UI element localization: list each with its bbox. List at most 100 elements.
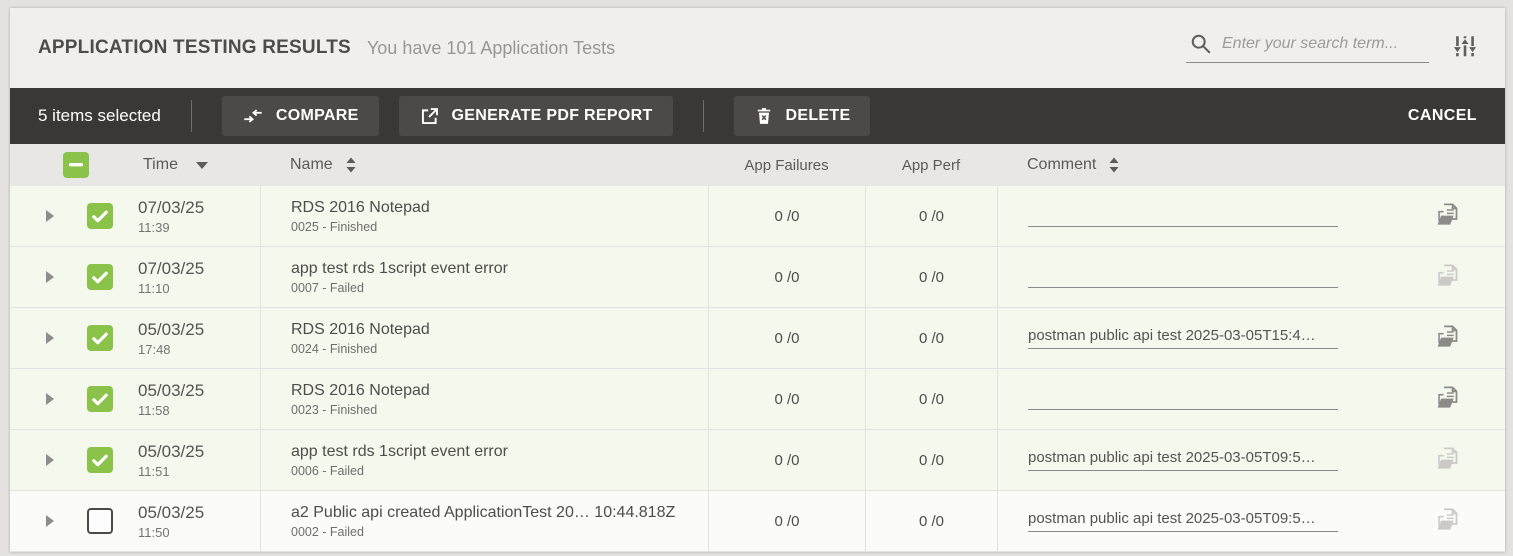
row-time: 17:48 <box>138 342 204 357</box>
row-checkbox[interactable] <box>87 386 113 412</box>
open-report-button[interactable] <box>1434 445 1461 475</box>
test-name: RDS 2016 Notepad <box>291 199 430 217</box>
test-name: a2 Public api created ApplicationTest 20… <box>291 504 675 522</box>
test-status: 0002 - Failed <box>291 525 364 539</box>
page-header: APPLICATION TESTING RESULTS You have 101… <box>10 8 1505 88</box>
open-report-folder-icon <box>1434 506 1461 533</box>
select-all-checkbox[interactable] <box>63 152 89 178</box>
comment-input[interactable] <box>1028 205 1338 227</box>
column-header-app-failures[interactable]: App Failures <box>708 157 865 174</box>
generate-pdf-button-label: GENERATE PDF REPORT <box>452 107 653 125</box>
expand-row-icon[interactable] <box>46 332 54 344</box>
row-date: 07/03/25 <box>138 259 204 279</box>
sort-both-icon[interactable] <box>1108 157 1120 173</box>
table-row[interactable]: 07/03/25 11:39 RDS 2016 Notepad 0025 - F… <box>10 186 1505 247</box>
row-date: 05/03/25 <box>138 503 204 523</box>
row-checkbox[interactable] <box>87 508 113 534</box>
open-report-folder-icon <box>1434 384 1461 411</box>
cancel-button[interactable]: CANCEL <box>1408 107 1477 125</box>
application-testing-results-panel: APPLICATION TESTING RESULTS You have 101… <box>10 8 1505 552</box>
test-status: 0025 - Finished <box>291 220 377 234</box>
table-row[interactable]: 07/03/25 11:10 app test rds 1script even… <box>10 247 1505 308</box>
app-perf-value: 0 /0 <box>865 186 997 246</box>
trash-icon <box>754 106 774 126</box>
column-header-app-perf[interactable]: App Perf <box>865 157 997 174</box>
row-date: 05/03/25 <box>138 442 204 462</box>
app-perf-value: 0 /0 <box>865 369 997 429</box>
column-header-time[interactable]: Time <box>143 156 178 174</box>
divider <box>703 100 704 132</box>
table-row[interactable]: 05/03/25 11:50 a2 Public api created App… <box>10 491 1505 552</box>
divider <box>191 100 192 132</box>
search-input[interactable] <box>1222 35 1422 53</box>
generate-pdf-report-button[interactable]: GENERATE PDF REPORT <box>399 96 673 136</box>
app-failures-value: 0 /0 <box>708 369 865 429</box>
table-body: 07/03/25 11:39 RDS 2016 Notepad 0025 - F… <box>10 186 1505 552</box>
app-failures-value: 0 /0 <box>708 186 865 246</box>
app-perf-value: 0 /0 <box>865 491 997 551</box>
open-report-folder-icon <box>1434 262 1461 289</box>
selection-action-bar: 5 items selected COMPARE GENERATE PDF RE… <box>10 88 1505 144</box>
test-status: 0023 - Finished <box>291 403 377 417</box>
export-report-icon <box>419 106 440 127</box>
expand-row-icon[interactable] <box>46 393 54 405</box>
search-icon <box>1190 33 1212 55</box>
comment-input[interactable] <box>1028 510 1338 532</box>
open-report-folder-icon <box>1434 323 1461 350</box>
sort-descending-icon[interactable] <box>196 162 208 169</box>
expand-row-icon[interactable] <box>46 454 54 466</box>
expand-row-icon[interactable] <box>46 271 54 283</box>
row-checkbox[interactable] <box>87 447 113 473</box>
sort-both-icon[interactable] <box>345 157 357 173</box>
open-report-folder-icon <box>1434 445 1461 472</box>
test-name: app test rds 1script event error <box>291 260 508 278</box>
row-time: 11:50 <box>138 525 204 540</box>
row-date: 05/03/25 <box>138 381 204 401</box>
app-failures-value: 0 /0 <box>708 491 865 551</box>
comment-input[interactable] <box>1028 388 1338 410</box>
row-checkbox[interactable] <box>87 325 113 351</box>
comment-input[interactable] <box>1028 449 1338 471</box>
comment-input[interactable] <box>1028 327 1338 349</box>
table-row[interactable]: 05/03/25 11:51 app test rds 1script even… <box>10 430 1505 491</box>
open-report-button[interactable] <box>1434 201 1461 231</box>
page-subtitle: You have 101 Application Tests <box>367 38 615 59</box>
table-header: Time Name App Failures App Perf Comment <box>10 144 1505 186</box>
search-box[interactable] <box>1186 33 1429 63</box>
filter-sliders-button[interactable] <box>1451 33 1479 62</box>
open-report-folder-icon <box>1434 201 1461 228</box>
app-perf-value: 0 /0 <box>865 308 997 368</box>
open-report-button[interactable] <box>1434 262 1461 292</box>
app-failures-value: 0 /0 <box>708 247 865 307</box>
compare-button-label: COMPARE <box>276 107 359 125</box>
compare-button[interactable]: COMPARE <box>222 96 379 136</box>
app-failures-value: 0 /0 <box>708 430 865 490</box>
test-name: RDS 2016 Notepad <box>291 321 430 339</box>
row-time: 11:10 <box>138 281 204 296</box>
test-status: 0006 - Failed <box>291 464 364 478</box>
row-time: 11:51 <box>138 464 204 479</box>
open-report-button[interactable] <box>1434 323 1461 353</box>
column-header-name[interactable]: Name <box>290 156 333 174</box>
table-row[interactable]: 05/03/25 17:48 RDS 2016 Notepad 0024 - F… <box>10 308 1505 369</box>
row-time: 11:58 <box>138 403 204 418</box>
app-perf-value: 0 /0 <box>865 430 997 490</box>
expand-row-icon[interactable] <box>46 210 54 222</box>
open-report-button[interactable] <box>1434 506 1461 536</box>
row-checkbox[interactable] <box>87 203 113 229</box>
row-date: 07/03/25 <box>138 198 204 218</box>
column-header-comment[interactable]: Comment <box>1027 156 1096 174</box>
expand-row-icon[interactable] <box>46 515 54 527</box>
row-checkbox[interactable] <box>87 264 113 290</box>
open-report-button[interactable] <box>1434 384 1461 414</box>
test-status: 0024 - Finished <box>291 342 377 356</box>
filter-sliders-icon <box>1451 33 1479 59</box>
delete-button[interactable]: DELETE <box>734 96 871 136</box>
table-row[interactable]: 05/03/25 11:58 RDS 2016 Notepad 0023 - F… <box>10 369 1505 430</box>
row-date: 05/03/25 <box>138 320 204 340</box>
comment-input[interactable] <box>1028 266 1338 288</box>
row-time: 11:39 <box>138 220 204 235</box>
delete-button-label: DELETE <box>786 107 851 125</box>
test-name: RDS 2016 Notepad <box>291 382 430 400</box>
selection-count-label: 5 items selected <box>38 106 161 126</box>
